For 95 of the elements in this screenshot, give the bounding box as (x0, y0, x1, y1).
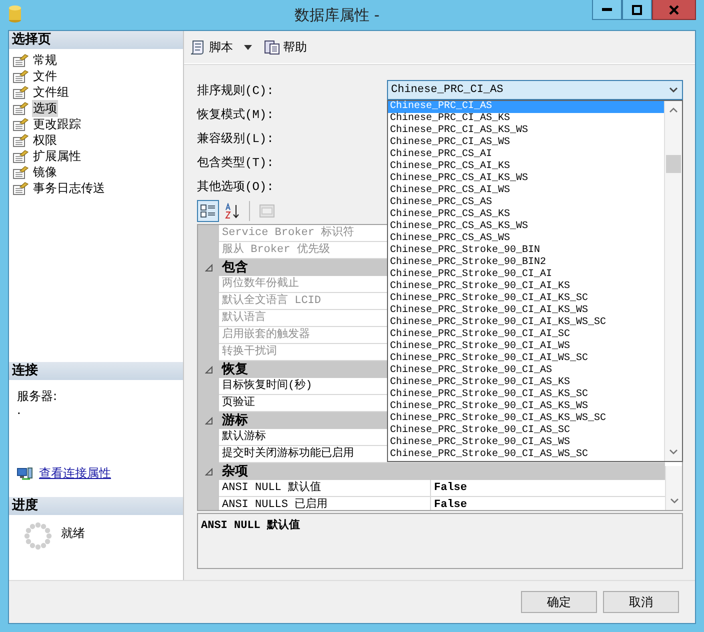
collation-option[interactable]: Chinese_PRC_Stroke_90_CI_AS_WS (388, 437, 664, 449)
scroll-thumb[interactable] (666, 155, 681, 173)
page-item[interactable]: 镜像 (32, 164, 58, 180)
category-header: 杂项 (221, 463, 248, 480)
script-button[interactable]: 脚本 (190, 38, 252, 56)
category-header: 包含 (220, 259, 248, 276)
close-icon (669, 4, 679, 14)
collation-option[interactable]: Chinese_PRC_CS_AS (388, 197, 664, 209)
category-header: 游标 (221, 412, 248, 429)
collation-option[interactable]: Chinese_PRC_Stroke_90_CI_AI_SC (388, 329, 664, 341)
collation-option[interactable]: Chinese_PRC_Stroke_90_CI_AS_KS_WS_SC (388, 413, 664, 425)
sort-az-icon (224, 203, 240, 219)
help-button[interactable]: 帮助 (264, 38, 307, 56)
page-icon (13, 54, 29, 66)
page-item[interactable]: 选项 (32, 100, 58, 116)
property-name: ANSI NULLS 已启用 (219, 497, 431, 510)
page-icon (13, 134, 29, 146)
scroll-up-icon (669, 107, 678, 113)
collation-option[interactable]: Chinese_PRC_Stroke_90_CI_AI_KS_SC (388, 293, 664, 305)
view-connection-properties-link[interactable]: 查看连接属性 (39, 465, 111, 482)
collation-option[interactable]: Chinese_PRC_Stroke_90_BIN2 (388, 257, 664, 269)
collation-option[interactable]: Chinese_PRC_CI_AS_KS (388, 113, 664, 125)
server-value: . (17, 405, 22, 415)
maximize-icon (632, 4, 642, 14)
collation-option[interactable]: Chinese_PRC_CS_AS_KS_WS (388, 221, 664, 233)
page-icon (13, 118, 29, 130)
page-item[interactable]: 权限 (32, 132, 58, 148)
category-header: 恢复 (220, 361, 248, 378)
section-header: 连接 (9, 362, 183, 380)
property-pages-icon (259, 203, 275, 219)
collation-option[interactable]: Chinese_PRC_CS_AI_KS_WS (388, 173, 664, 185)
scroll-down-icon (670, 498, 678, 504)
collation-option[interactable]: Chinese_PRC_Stroke_90_CI_AI_KS_WS_SC (388, 317, 664, 329)
collation-option[interactable]: Chinese_PRC_Stroke_90_CI_AS (388, 365, 664, 377)
expanded-icon[interactable] (204, 468, 212, 476)
chevron-down-icon (669, 87, 678, 93)
server-label: 服务器: (17, 388, 58, 405)
maximize-button[interactable] (622, 0, 652, 20)
section-header: 进度 (9, 497, 183, 515)
cancel-button[interactable]: 取消 (603, 591, 679, 613)
help-book-icon (264, 39, 280, 55)
expanded-icon[interactable] (204, 416, 212, 424)
property-value: False (434, 499, 468, 510)
scroll-down-icon (669, 449, 678, 455)
window-title: 数据库属性 - (293, 6, 381, 24)
field-label: 恢复模式(M): (197, 106, 275, 122)
page-icon (13, 86, 29, 98)
collation-option[interactable]: Chinese_PRC_CS_AI (388, 149, 664, 161)
expanded-icon[interactable] (204, 366, 212, 374)
caret-icon (244, 44, 252, 50)
page-icon (13, 150, 29, 162)
page-item[interactable]: 常规 (32, 52, 58, 68)
connection-icon (17, 466, 33, 480)
spinner-icon (23, 521, 53, 551)
field-label: 兼容级别(L): (197, 130, 275, 146)
field-label: 包含类型(T): (197, 154, 275, 170)
page-icon (13, 102, 29, 114)
collation-option[interactable]: Chinese_PRC_CI_AS_KS_WS (388, 125, 664, 137)
close-button[interactable] (652, 0, 696, 20)
categorized-button[interactable] (197, 200, 219, 222)
minimize-button[interactable] (592, 0, 622, 20)
description-text: ANSI NULL 默认值 (201, 520, 300, 532)
property-value: False (434, 482, 468, 494)
scroll-icon (190, 39, 206, 55)
collation-option[interactable]: Chinese_PRC_Stroke_90_CI_AI_KS (388, 281, 664, 293)
collation-option[interactable]: Chinese_PRC_Stroke_90_CI_AI_KS_WS (388, 305, 664, 317)
collation-option[interactable]: Chinese_PRC_CS_AS_KS (388, 209, 664, 221)
grid-scrollbar[interactable] (665, 466, 682, 510)
collation-option[interactable]: Chinese_PRC_CS_AS_WS (388, 233, 664, 245)
page-item[interactable]: 文件 (32, 68, 58, 84)
property-name: ANSI NULL 默认值 (219, 480, 431, 497)
expanded-icon[interactable] (204, 264, 212, 272)
minimize-icon (602, 8, 612, 12)
page-icon (13, 70, 29, 82)
progress-status: 就绪 (61, 525, 85, 542)
page-item[interactable]: 扩展属性 (32, 148, 82, 164)
collation-option[interactable]: Chinese_PRC_Stroke_90_CI_AI (388, 269, 664, 281)
collation-option[interactable]: Chinese_PRC_Stroke_90_CI_AS_KS (388, 377, 664, 389)
list-scrollbar[interactable] (664, 101, 682, 461)
page-icon (13, 182, 29, 194)
page-item[interactable]: 更改跟踪 (32, 116, 82, 132)
section-header: 选择页 (9, 31, 183, 49)
collation-option[interactable]: Chinese_PRC_Stroke_90_CI_AS_SC (388, 425, 664, 437)
ok-button[interactable]: 确定 (521, 591, 597, 613)
page-item[interactable]: 事务日志传送 (32, 180, 106, 196)
collation-option[interactable]: Chinese_PRC_CS_AI_WS (388, 185, 664, 197)
field-label: 其他选项(O): (197, 178, 275, 194)
collation-option[interactable]: Chinese_PRC_CS_AI_KS (388, 161, 664, 173)
collation-dropdown[interactable]: Chinese_PRC_CI_AS (387, 80, 683, 100)
collation-option[interactable]: Chinese_PRC_CI_AS_WS (388, 137, 664, 149)
page-item[interactable]: 文件组 (32, 84, 70, 100)
database-icon (8, 5, 22, 23)
page-icon (13, 166, 29, 178)
field-label: 排序规则(C): (197, 82, 275, 98)
categorized-icon (200, 203, 216, 219)
